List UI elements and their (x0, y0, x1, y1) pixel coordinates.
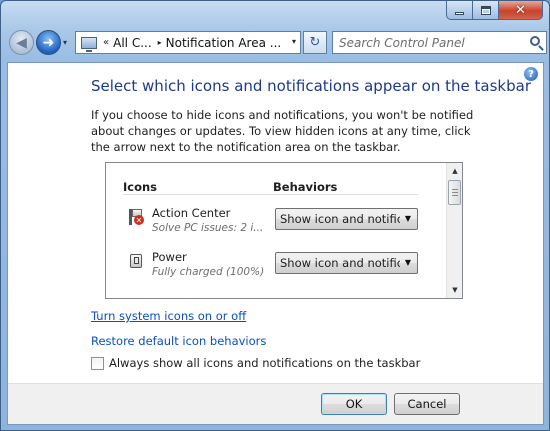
behavior-dropdown-power[interactable]: Show icon and notificatic ▼ (275, 252, 418, 274)
item-name: Action Center (152, 206, 231, 220)
maximize-button[interactable] (473, 1, 499, 20)
always-show-label[interactable]: Always show all icons and notifications … (109, 356, 420, 370)
minimize-button[interactable] (446, 1, 473, 20)
ok-button[interactable]: OK (321, 393, 387, 415)
control-panel-window: ✕ ◀ ➜ ▾ « All C... ▸ Notification Area .… (0, 0, 550, 431)
address-dropdown-icon[interactable]: ▾ (292, 37, 296, 46)
close-icon: ✕ (515, 2, 526, 18)
behavior-dropdown-action-center[interactable]: Show icon and notificatic ▼ (275, 208, 418, 230)
scroll-down-button[interactable]: ▼ (447, 282, 462, 298)
address-overflow-chevron[interactable]: « (103, 37, 109, 48)
column-header-behaviors: Behaviors (273, 180, 338, 194)
item-name: Power (152, 250, 187, 264)
scroll-down-icon: ▼ (452, 286, 458, 294)
list-scrollbar[interactable]: ▲ ▼ (446, 163, 462, 298)
search-input[interactable] (339, 35, 529, 50)
back-arrow-icon: ◀ (16, 34, 27, 51)
dropdown-caret-icon: ▼ (404, 214, 411, 223)
item-status: Solve PC issues: 2 i... (152, 222, 264, 234)
caption-buttons: ✕ (446, 1, 543, 20)
page-description: If you choose to hide icons and notifica… (91, 108, 474, 154)
close-button[interactable]: ✕ (499, 1, 543, 20)
breadcrumb-separator-icon[interactable]: ▸ (158, 38, 162, 47)
scroll-thumb[interactable] (448, 180, 461, 205)
scroll-up-button[interactable]: ▲ (447, 163, 462, 179)
forward-button[interactable]: ➜ (36, 30, 61, 55)
notification-icons-list: Icons Behaviors ✕ Action Center Solve PC… (105, 162, 463, 299)
forward-arrow-icon: ➜ (42, 34, 55, 51)
dialog-footer: OK Cancel (8, 383, 543, 424)
list-item-power: Power Fully charged (100%) Show icon and… (123, 248, 423, 290)
content-pane: ? Select which icons and notifications a… (7, 62, 544, 425)
refresh-icon: ↻ (309, 35, 321, 50)
power-plug-icon (127, 252, 144, 269)
behavior-value: Show icon and notificatic (280, 212, 400, 226)
recent-pages-dropdown[interactable]: ▾ (63, 38, 67, 47)
turn-system-icons-link[interactable]: Turn system icons on or off (91, 309, 246, 323)
restore-defaults-link[interactable]: Restore default icon behaviors (91, 334, 266, 348)
page-title: Select which icons and notifications app… (91, 77, 531, 95)
refresh-button[interactable]: ↻ (303, 31, 327, 54)
column-header-icons: Icons (123, 180, 158, 194)
always-show-checkbox[interactable] (91, 356, 104, 370)
action-center-flag-icon: ✕ (127, 208, 144, 225)
control-panel-icon (81, 36, 97, 52)
back-button[interactable]: ◀ (9, 30, 34, 55)
scroll-up-icon: ▲ (452, 167, 458, 175)
dropdown-caret-icon: ▼ (404, 258, 411, 267)
behavior-value: Show icon and notificatic (280, 256, 400, 270)
cancel-button[interactable]: Cancel (394, 393, 460, 415)
minimize-icon (455, 11, 464, 15)
breadcrumb-all-control-panel[interactable]: All C... (113, 36, 152, 50)
search-icon[interactable] (530, 36, 540, 46)
address-bar[interactable]: « All C... ▸ Notification Area ... ▾ (75, 31, 301, 54)
header-divider (123, 194, 418, 195)
maximize-icon (480, 5, 491, 15)
list-item-action-center: ✕ Action Center Solve PC issues: 2 i... … (123, 204, 423, 246)
always-show-option[interactable]: Always show all icons and notifications … (91, 356, 420, 370)
breadcrumb-notification-area[interactable]: Notification Area ... (166, 36, 282, 50)
item-status: Fully charged (100%) (152, 266, 265, 278)
search-box[interactable] (332, 31, 547, 54)
navigation-bar: ◀ ➜ ▾ « All C... ▸ Notification Area ...… (7, 27, 547, 59)
